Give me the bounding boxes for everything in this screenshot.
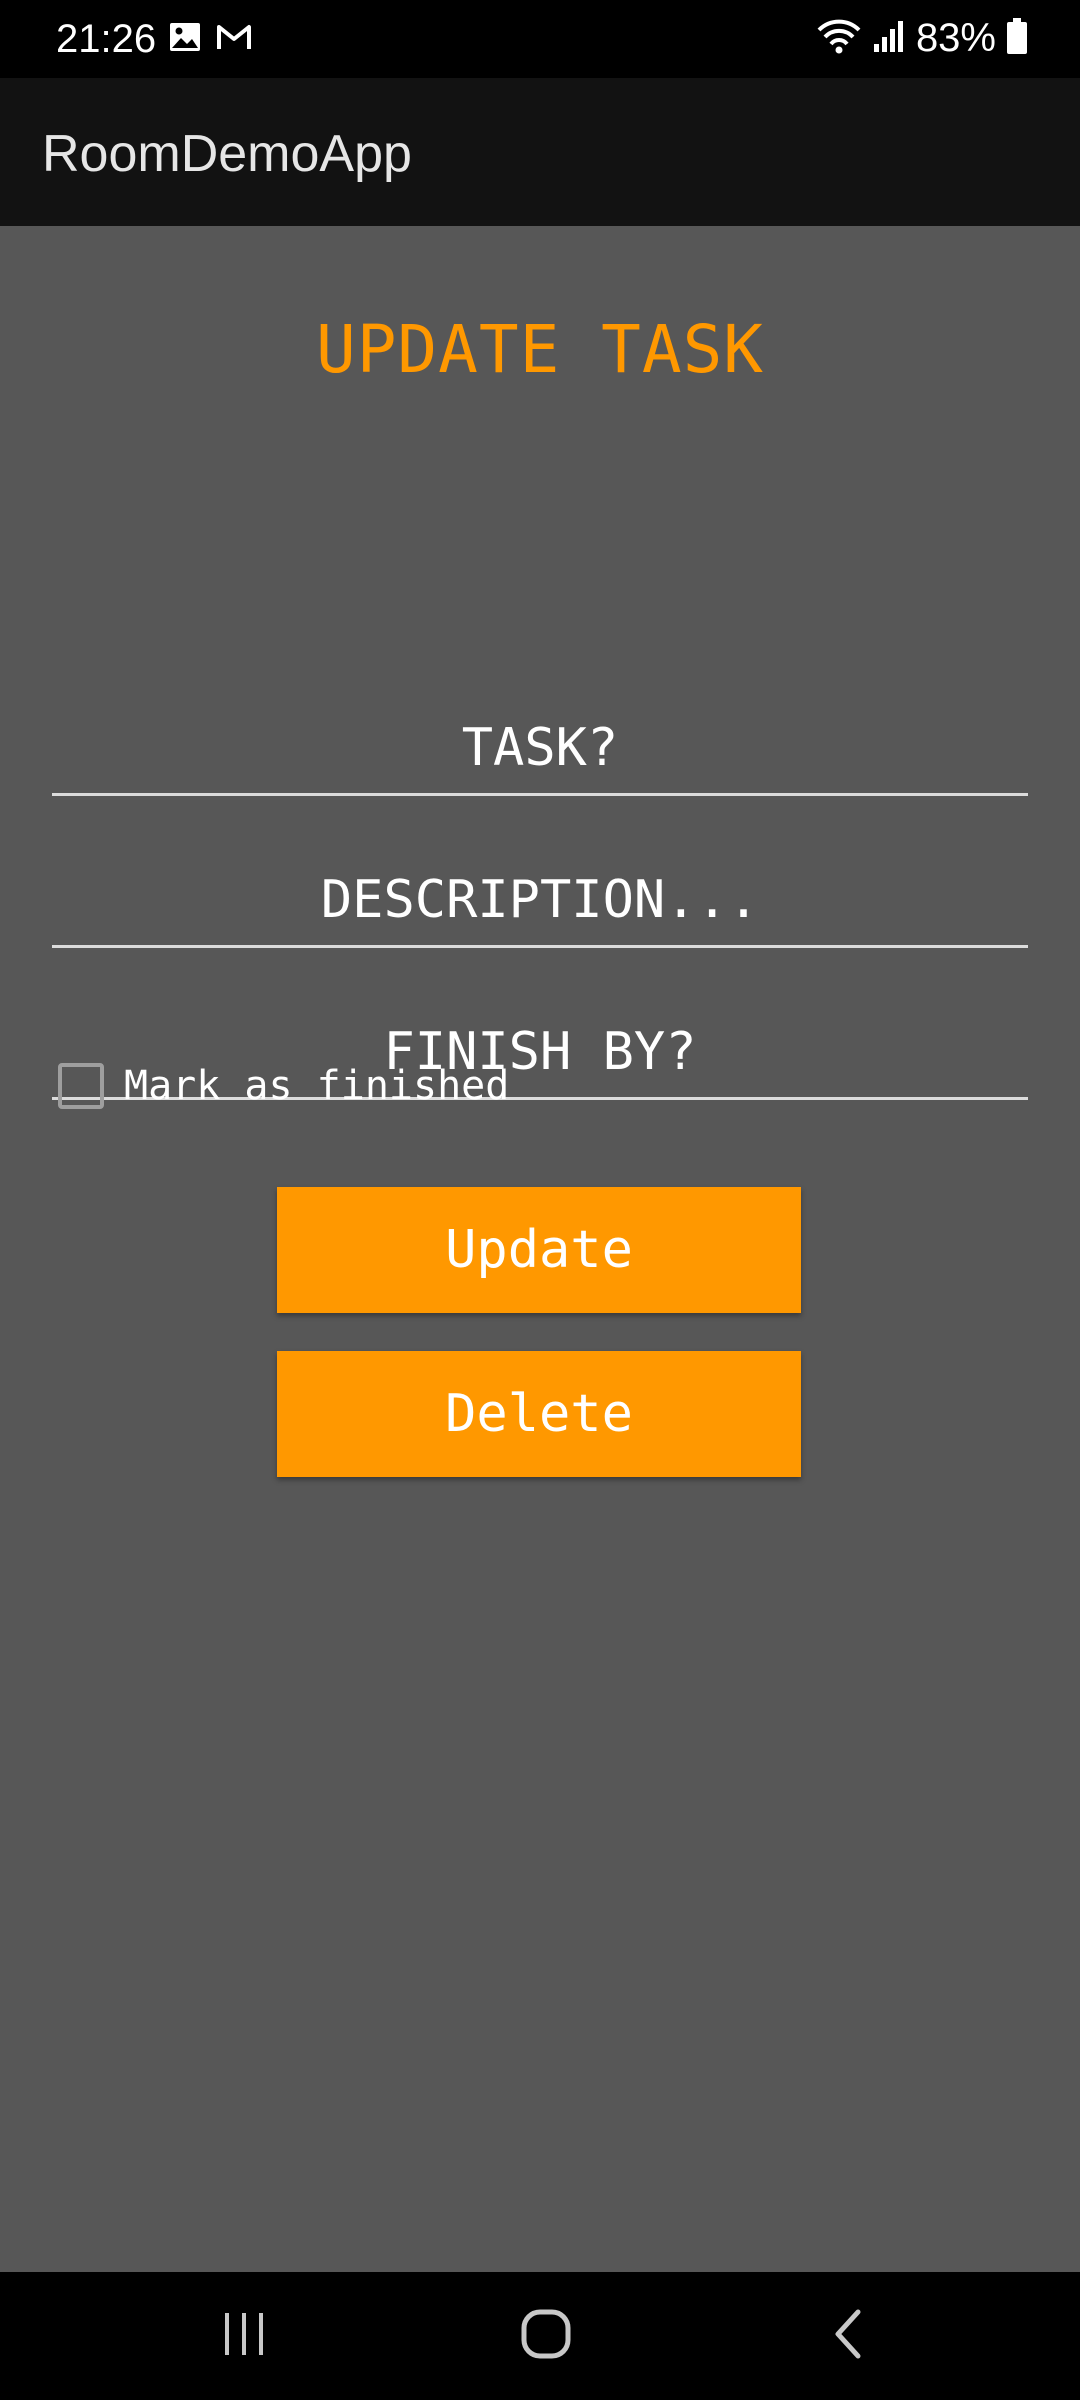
battery-icon (1006, 17, 1028, 60)
task-field[interactable]: TASK? (52, 696, 1028, 796)
gallery-icon (168, 20, 202, 59)
home-button[interactable] (506, 2296, 586, 2376)
update-button[interactable]: Update (277, 1187, 801, 1313)
status-time: 21:26 (56, 17, 157, 61)
app-bar: RoomDemoApp (0, 78, 1080, 226)
status-bar: 21:26 83% (0, 0, 1080, 78)
signal-icon (872, 18, 906, 59)
back-button[interactable] (808, 2296, 888, 2376)
navigation-bar (0, 2272, 1080, 2400)
gmail-icon (216, 20, 252, 59)
mark-finished-checkbox[interactable] (58, 1063, 104, 1109)
mark-finished-label[interactable]: Mark as finished (124, 1062, 509, 1110)
back-icon (828, 2308, 868, 2365)
description-field-text: DESCRIPTION... (320, 870, 760, 930)
mark-finished-row[interactable]: Mark as finished (58, 1058, 509, 1114)
notification-icons (168, 20, 252, 59)
battery-percentage: 83% (915, 16, 996, 60)
recents-button[interactable] (204, 2296, 284, 2376)
recents-icon (219, 2311, 269, 2362)
screen-title: UPDATE TASK (315, 311, 765, 388)
task-field-text: TASK? (461, 718, 619, 778)
home-icon (520, 2308, 572, 2365)
app-title: RoomDemoApp (42, 125, 412, 183)
delete-button[interactable]: Delete (277, 1351, 801, 1477)
description-field[interactable]: DESCRIPTION... (52, 848, 1028, 948)
system-icons: 83% (816, 14, 1028, 62)
update-task-screen: UPDATE TASK TASK? DESCRIPTION... FINISH … (0, 226, 1080, 2272)
wifi-icon (816, 16, 862, 61)
